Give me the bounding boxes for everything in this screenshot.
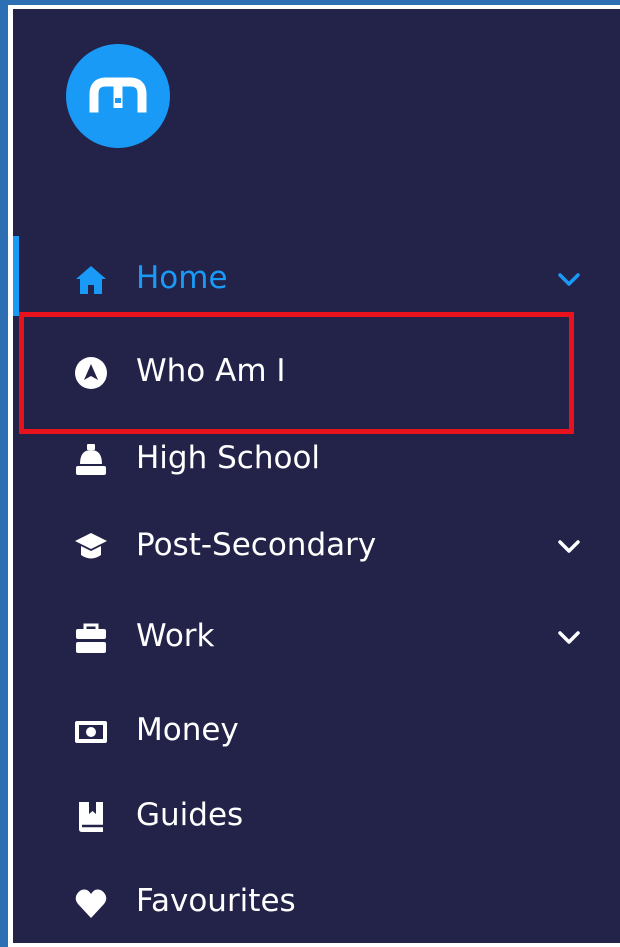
nav-item-label: Money: [136, 712, 239, 748]
money-icon: [73, 714, 109, 750]
nav-item-work[interactable]: Work: [13, 607, 620, 667]
nav-item-label: Post-Secondary: [136, 527, 377, 563]
nav-item-label: Who Am I: [136, 353, 286, 389]
chevron-down-icon[interactable]: [555, 534, 583, 558]
nav-item-home[interactable]: Home: [13, 249, 620, 309]
heart-icon: [73, 885, 109, 921]
nav-item-label: Favourites: [136, 883, 296, 919]
nav-item-label: Guides: [136, 797, 244, 833]
book-icon: [73, 799, 109, 835]
briefcase-icon: [73, 620, 109, 656]
nav-item-post-secondary[interactable]: Post-Secondary: [13, 516, 620, 576]
sidebar: Home Who Am I High School Post-Secondary…: [13, 9, 620, 943]
nav-item-label: Work: [136, 618, 215, 654]
nav-item-high-school[interactable]: High School: [13, 429, 620, 489]
home-icon: [73, 262, 109, 298]
chevron-down-icon[interactable]: [555, 625, 583, 649]
school-bell-icon: [73, 442, 109, 478]
nav-item-label: High School: [136, 440, 321, 476]
m-logo-icon[interactable]: [66, 44, 170, 148]
compass-icon: [73, 355, 109, 391]
nav-item-guides[interactable]: Guides: [13, 786, 620, 846]
graduation-cap-icon: [73, 529, 109, 565]
nav-item-who-am-i[interactable]: Who Am I: [13, 342, 620, 402]
chevron-down-icon[interactable]: [555, 267, 583, 291]
nav-item-label: Home: [136, 260, 228, 296]
nav-item-favourites[interactable]: Favourites: [13, 872, 620, 932]
nav-item-money[interactable]: Money: [13, 701, 620, 761]
